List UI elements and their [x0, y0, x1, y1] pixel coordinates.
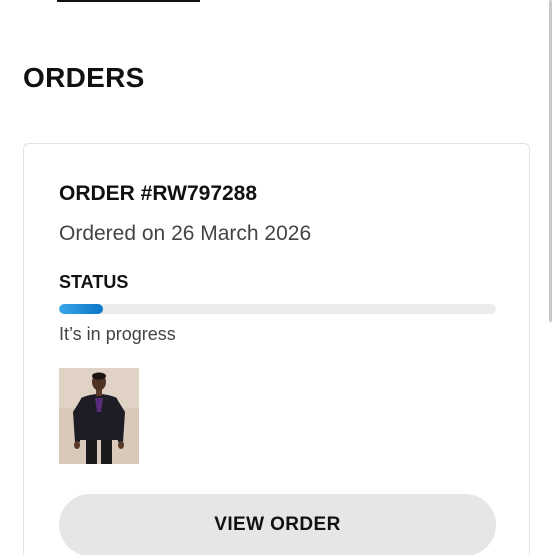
product-thumbnail[interactable] [59, 368, 139, 464]
product-image [59, 368, 139, 464]
status-progress-bar [59, 304, 496, 314]
top-divider [57, 0, 200, 2]
scrollbar[interactable] [549, 0, 552, 322]
page-title: ORDERS [23, 62, 145, 93]
order-card: ORDER #RW797288 Ordered on 26 March 2026… [23, 143, 530, 555]
orders-page: ORDERS ORDER #RW797288 Ordered on 26 Mar… [0, 0, 555, 555]
status-progress-fill [59, 304, 103, 314]
view-order-button[interactable]: VIEW ORDER [59, 494, 496, 555]
status-heading: STATUS [59, 272, 129, 292]
order-date: Ordered on 26 March 2026 [59, 222, 312, 245]
status-text: It’s in progress [59, 324, 176, 344]
order-number: ORDER #RW797288 [59, 182, 258, 205]
